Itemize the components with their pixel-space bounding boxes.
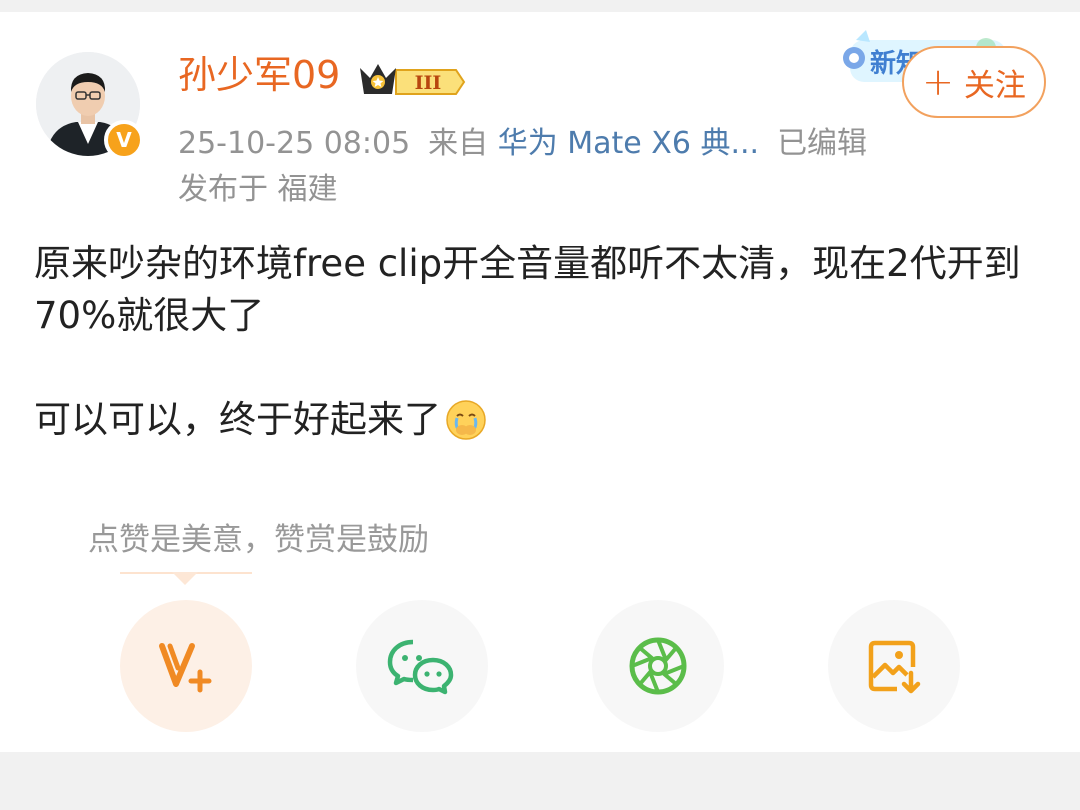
plus-icon: + <box>922 60 954 104</box>
post-text-line-2: 可以可以，终于好起来了 <box>34 394 1044 446</box>
crown-icon: III <box>360 64 466 95</box>
reward-hint: 点赞是美意，赞赏是鼓励 <box>88 522 429 558</box>
post-content: 原来吵杂的环境free clip开全音量都听不太清，现在2代开到70%就很大了 … <box>34 238 1044 446</box>
post-source-device[interactable]: 华为 Mate X6 典... <box>498 126 759 161</box>
share-moments-button[interactable] <box>592 600 724 732</box>
hint-pointer-icon <box>172 572 198 585</box>
source-prefix: 来自 <box>428 126 489 161</box>
verified-badge-icon: V <box>104 120 144 160</box>
post-card: V 孙少军09 III 新知 + 关注 25-10-25 08:05 来自 华为 … <box>0 12 1080 752</box>
edited-label[interactable]: 已编辑 <box>777 126 867 161</box>
wechat-moments-icon <box>629 637 687 695</box>
follow-label: 关注 <box>963 67 1026 104</box>
member-level-badge[interactable]: III <box>356 58 466 104</box>
v-plus-icon <box>159 643 212 693</box>
author-name[interactable]: 孙少军09 <box>178 56 340 94</box>
post-meta: 25-10-25 08:05 来自 华为 Mate X6 典... 已编辑 <box>178 118 867 162</box>
touched-crying-emoji-icon <box>445 399 487 441</box>
follow-button[interactable]: + 关注 <box>902 46 1046 118</box>
level-text: III <box>415 72 442 94</box>
post-text-paragraph-2: 可以可以，终于好起来了 <box>34 398 441 441</box>
wechat-icon <box>387 639 454 695</box>
post-timestamp: 25-10-25 08:05 <box>178 126 411 161</box>
post-location: 发布于 福建 <box>178 172 338 207</box>
save-image-button[interactable] <box>828 600 960 732</box>
share-wechat-button[interactable] <box>356 600 488 732</box>
save-image-icon <box>868 640 921 694</box>
reward-button[interactable] <box>120 600 252 732</box>
post-text-paragraph-1: 原来吵杂的环境free clip开全音量都听不太清，现在2代开到70%就很大了 <box>34 242 1021 337</box>
